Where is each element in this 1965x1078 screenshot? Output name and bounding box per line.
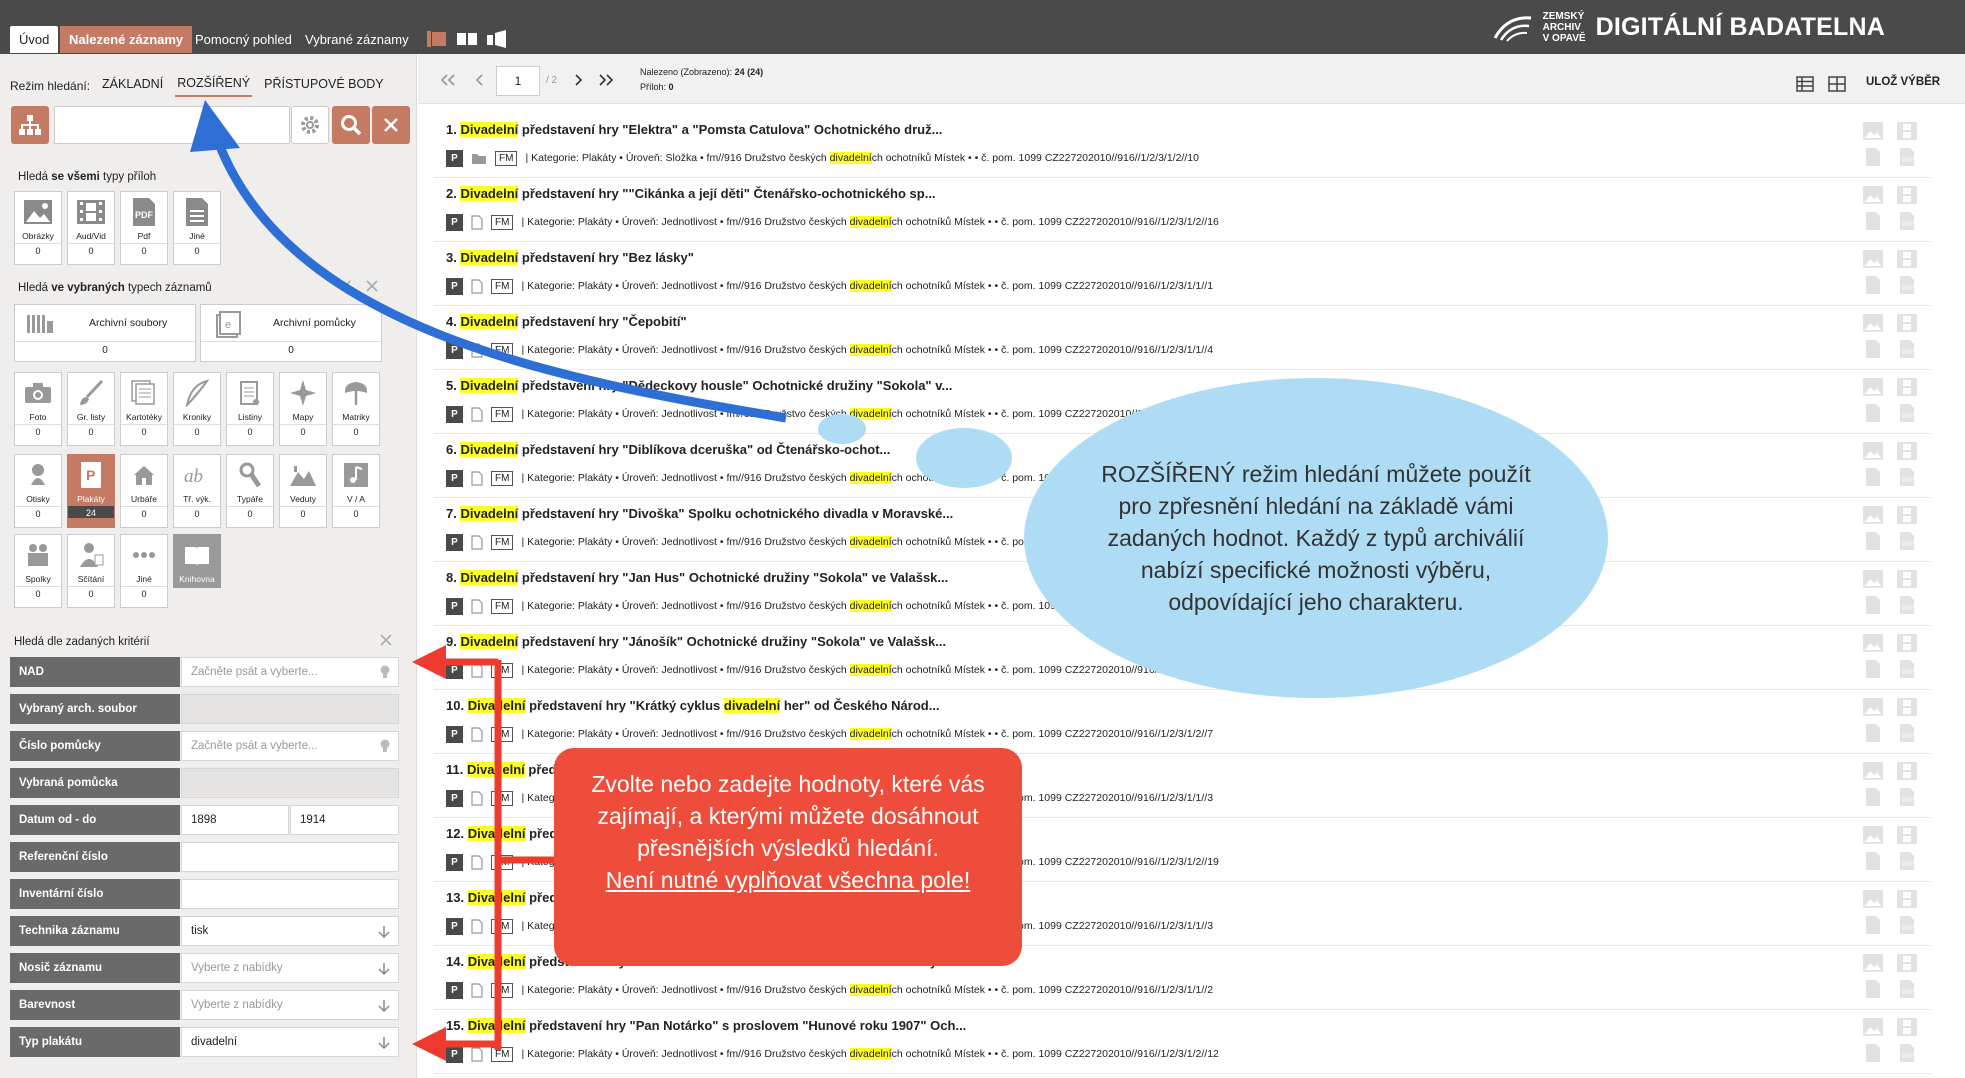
thought-bubble-medium — [916, 428, 1012, 488]
red-arrow-top-head — [412, 645, 446, 679]
red-callout-underlined: Není nutné vyplňovat všechna pole! — [605, 867, 971, 893]
blue-callout-text: ROZŠÍŘENÝ režim hledání můžete použít pr… — [1101, 461, 1531, 615]
blue-arrow-head — [190, 100, 240, 152]
red-callout: Zvolte nebo zadejte hodnoty, které vás z… — [554, 748, 1022, 966]
thought-bubble-small — [818, 414, 866, 444]
red-callout-text: Zvolte nebo zadejte hodnoty, které vás z… — [591, 771, 985, 861]
red-arrow-bottom-head — [412, 1027, 446, 1061]
blue-callout: ROZŠÍŘENÝ režim hledání můžete použít pr… — [1024, 378, 1608, 698]
blue-arrow — [209, 128, 787, 423]
